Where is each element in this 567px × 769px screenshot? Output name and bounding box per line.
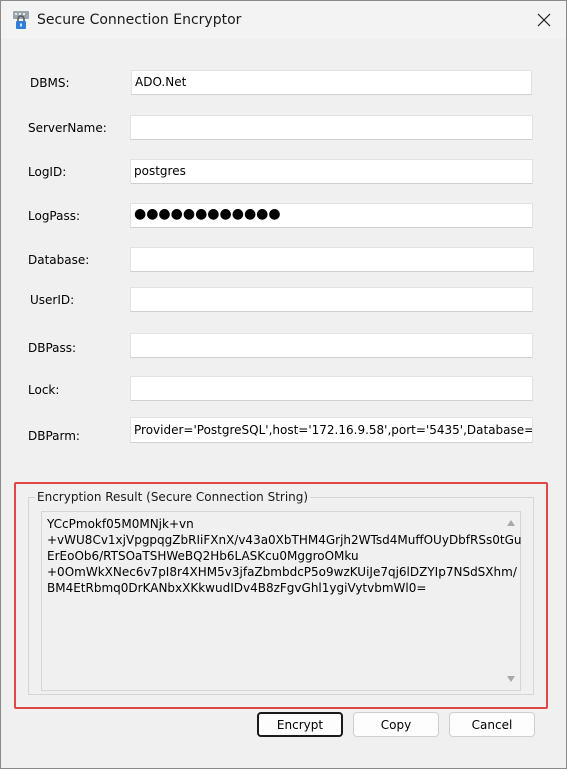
dbms-label: DBMS:: [30, 76, 70, 90]
logpass-field[interactable]: ●●●●●●●●●●●●: [130, 203, 533, 228]
cancel-button[interactable]: Cancel: [449, 712, 535, 737]
database-field[interactable]: [130, 247, 534, 272]
logpass-label: LogPass:: [28, 209, 81, 223]
lock-field[interactable]: [130, 376, 533, 401]
copy-button[interactable]: Copy: [353, 712, 439, 737]
close-button[interactable]: [521, 1, 566, 39]
lock-label: Lock:: [28, 383, 60, 397]
dbms-field[interactable]: ADO.Net: [131, 70, 532, 95]
logid-label: LogID:: [28, 165, 67, 179]
userid-field[interactable]: [130, 287, 533, 312]
dbparm-label: DBParm:: [28, 429, 80, 443]
logid-field[interactable]: postgres: [130, 159, 533, 184]
dbparm-field[interactable]: Provider='PostgreSQL',host='172.16.9.58'…: [130, 417, 533, 443]
highlight-annotation: [14, 482, 548, 709]
close-icon: [537, 13, 550, 27]
servername-label: ServerName:: [28, 121, 107, 135]
lock-icon: [13, 11, 29, 29]
encrypt-button[interactable]: Encrypt: [257, 712, 343, 737]
window-title: Secure Connection Encryptor: [37, 12, 242, 28]
title-bar[interactable]: Secure Connection Encryptor: [1, 1, 566, 39]
database-label: Database:: [28, 253, 90, 267]
servername-field[interactable]: [130, 115, 533, 140]
userid-label: UserID:: [30, 293, 75, 307]
dbpass-label: DBPass:: [28, 341, 77, 355]
dbpass-field[interactable]: [130, 333, 533, 358]
app-window: Secure Connection Encryptor DBMS: Server…: [0, 0, 567, 769]
